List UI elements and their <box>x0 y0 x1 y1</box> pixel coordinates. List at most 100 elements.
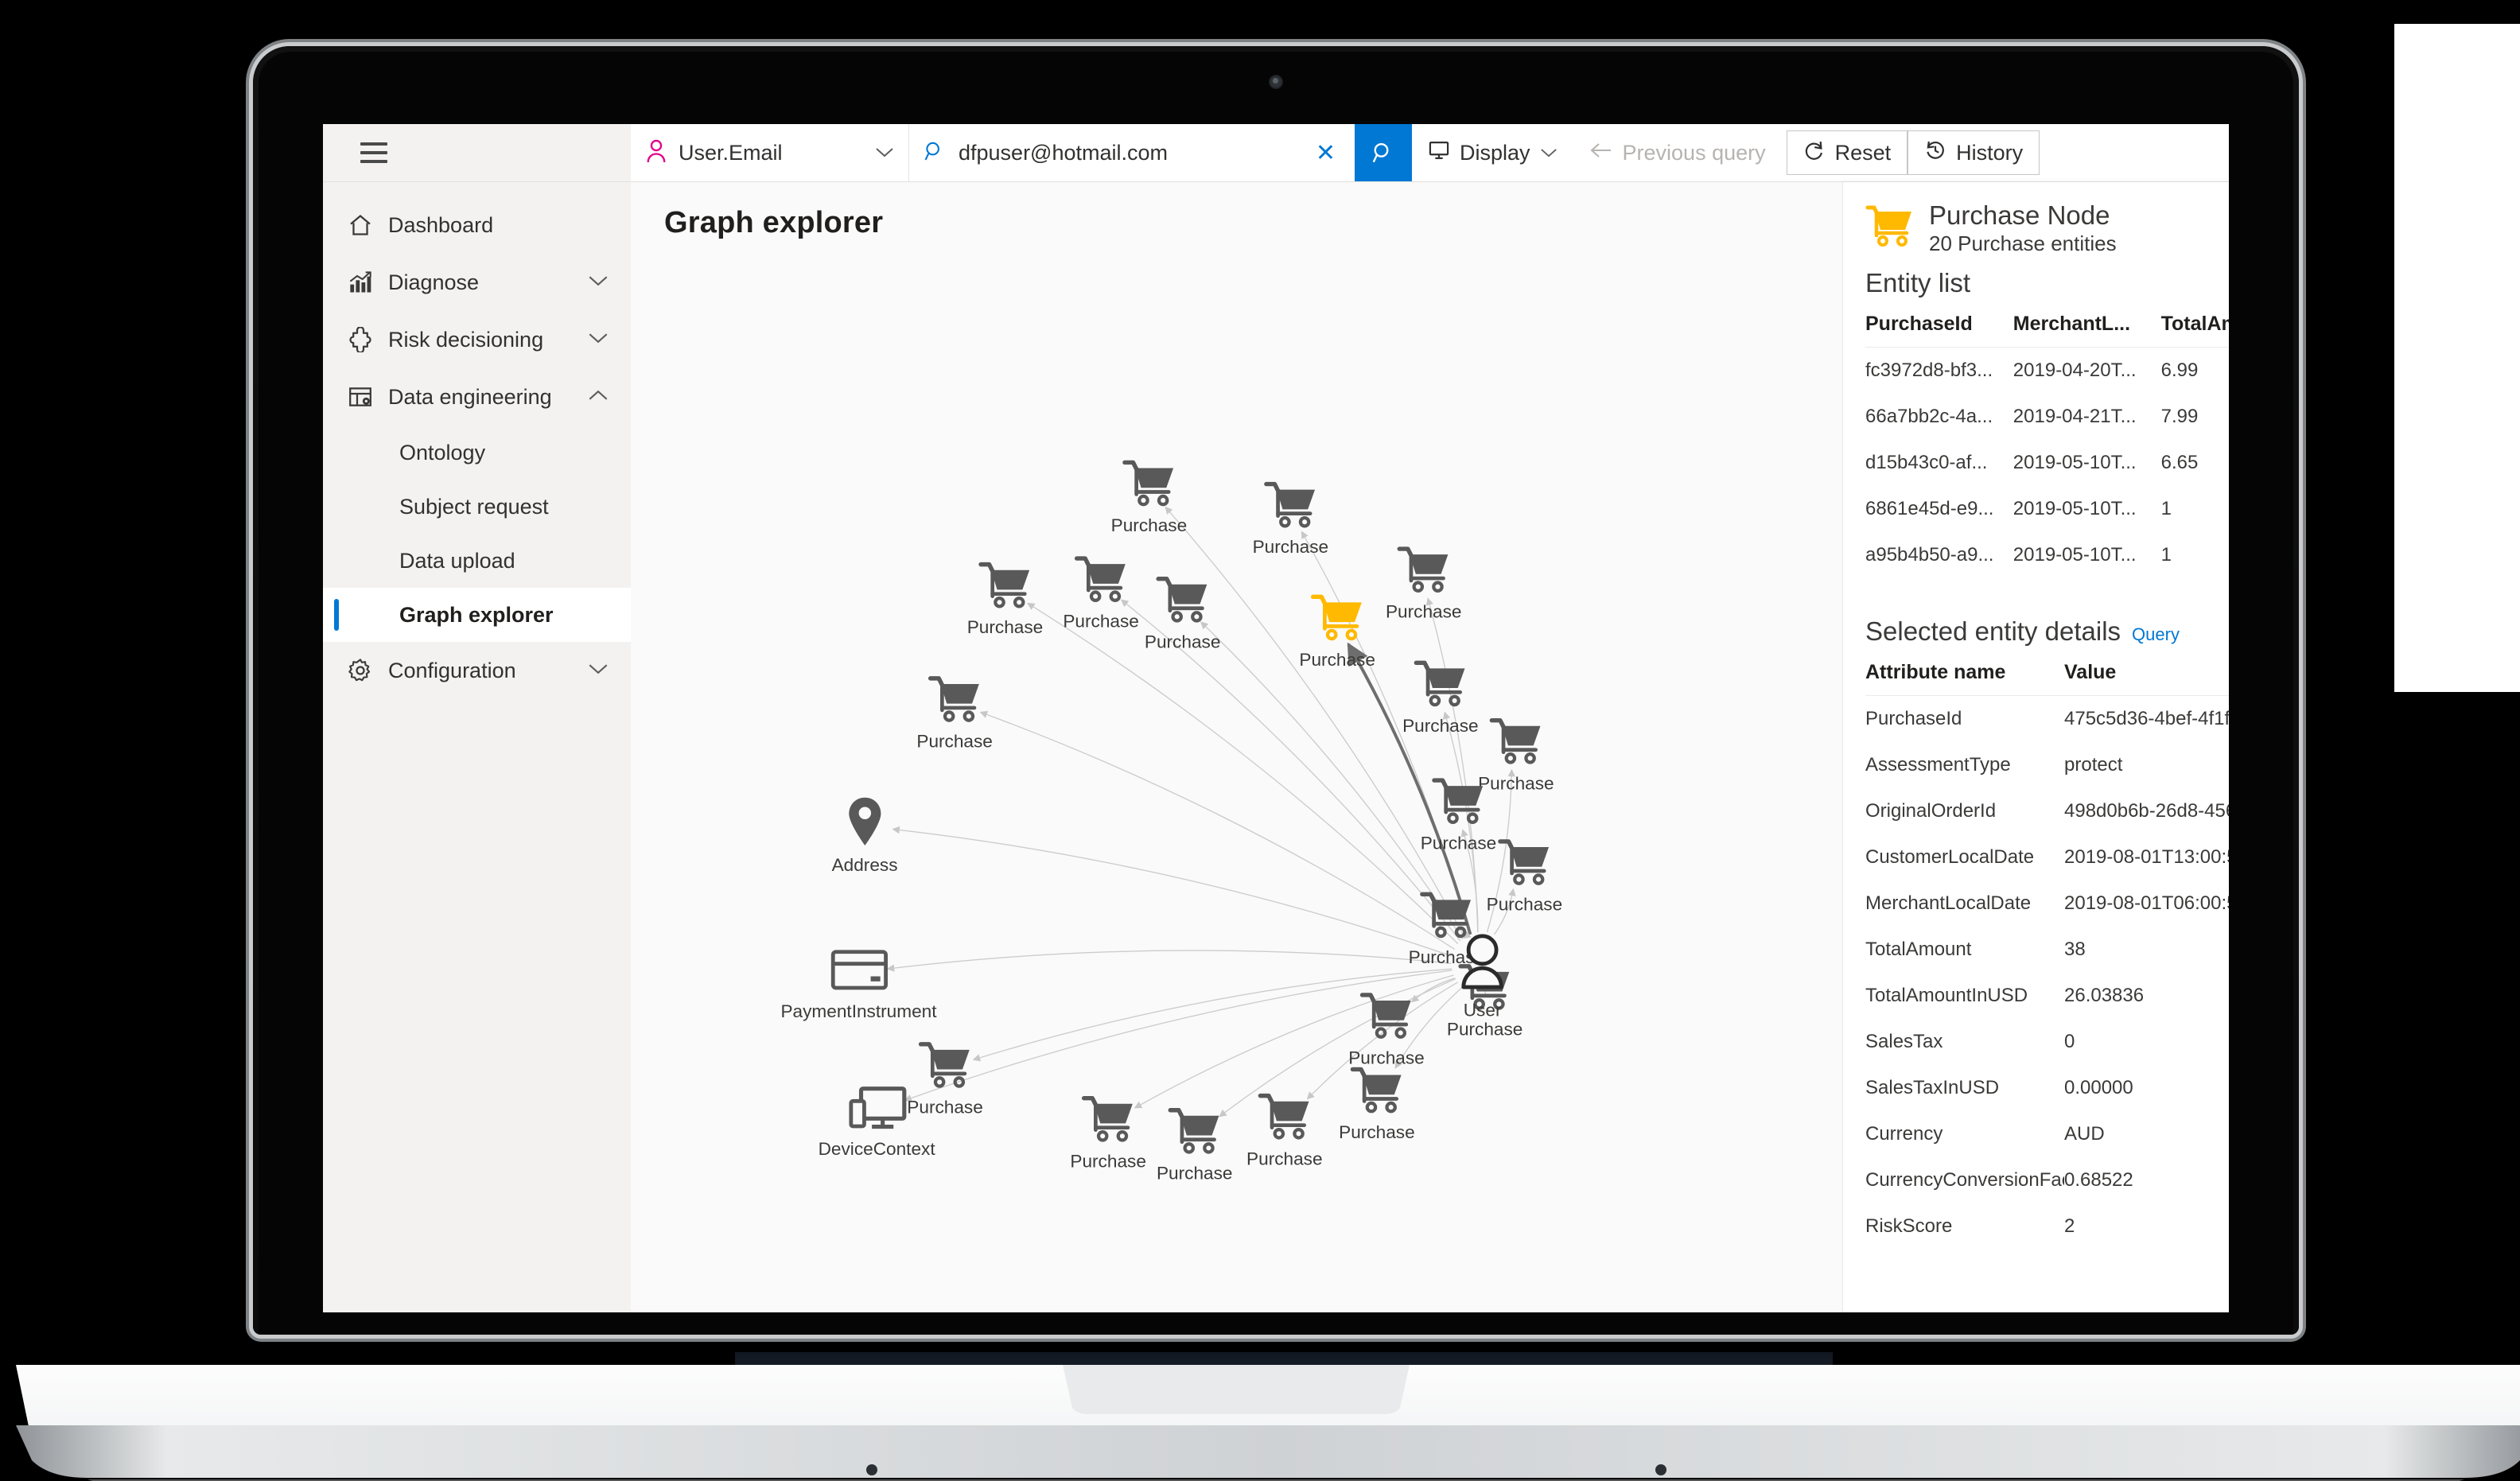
graph-node-cart[interactable]: Purchase <box>1478 717 1554 794</box>
table-row: SalesTaxInUSD 0.00000 <box>1865 1065 2229 1111</box>
column-header-attribute-name[interactable]: Attribute name <box>1865 647 2064 696</box>
graph-node-label: Purchase <box>967 617 1044 637</box>
entity-graph[interactable]: Address PaymentInstrument DeviceContext Pur… <box>631 182 1842 1312</box>
cart-icon[interactable] <box>1498 839 1550 885</box>
history-button[interactable]: History <box>1908 130 2040 175</box>
graph-nodes[interactable]: Address PaymentInstrument DeviceContext Pur… <box>780 460 1563 1184</box>
cart-icon[interactable] <box>1420 892 1472 939</box>
cart-icon[interactable] <box>918 1042 970 1088</box>
command-zone: User.Email dfpuser@hotmail.com ✕ Display… <box>631 124 2229 181</box>
chevron-down-icon[interactable] <box>1540 142 1558 163</box>
graph-node-label: Purchase <box>1145 632 1221 651</box>
card-icon[interactable] <box>830 950 888 990</box>
hamburger-icon[interactable] <box>360 142 387 163</box>
display-button[interactable]: Display <box>1412 124 1573 181</box>
graph-node-cart[interactable]: Purchase <box>1157 1108 1233 1184</box>
search-input[interactable]: dfpuser@hotmail.com <box>959 141 1298 165</box>
table-row: SalesTax 0 <box>1865 1019 2229 1065</box>
device-icon[interactable] <box>849 1086 907 1129</box>
graph-node-cart[interactable]: Purchase <box>1063 556 1139 632</box>
location-icon[interactable] <box>849 797 881 845</box>
graph-node-cart[interactable]: Purchase <box>1348 993 1425 1068</box>
cart-icon[interactable] <box>1414 660 1465 707</box>
cell-value: 0.00000 <box>2064 1076 2133 1098</box>
chevron-down-icon[interactable] <box>588 662 609 680</box>
column-header-value[interactable]: Value <box>2064 647 2229 696</box>
cart-icon[interactable] <box>978 562 1030 608</box>
sidebar-item-ontology[interactable]: Ontology <box>323 426 631 480</box>
close-icon[interactable]: ✕ <box>1311 139 1340 167</box>
cart-icon <box>1865 204 1915 251</box>
cart-icon[interactable] <box>1264 481 1316 528</box>
cell-attribute: CurrencyConversionFactor <box>1865 1168 2064 1191</box>
graph-node-label: Purchase <box>1246 1149 1323 1168</box>
chevron-down-icon[interactable] <box>588 274 609 292</box>
cell-totalamount: 6.65 <box>2160 451 2199 473</box>
cell-totalamount: 1 <box>2160 543 2172 566</box>
cart-icon[interactable] <box>1432 778 1484 824</box>
graph-node-card[interactable]: PaymentInstrument <box>780 950 937 1021</box>
sidebar-item-dashboard[interactable]: Dashboard <box>323 196 631 254</box>
graph-edge <box>1463 931 1472 939</box>
graph-node-cart[interactable]: Purchase <box>1246 1093 1323 1169</box>
cart-icon[interactable] <box>1350 1067 1402 1114</box>
graph-node-cart[interactable]: Purchase <box>1386 546 1462 622</box>
graph-node-cart[interactable]: Purchase <box>1253 481 1329 558</box>
graph-node-cart[interactable]: Purchase <box>916 676 993 752</box>
table-row[interactable]: 66a7bb2c-4a... 2019-04-21T... 7.99 Query <box>1865 394 2229 440</box>
sidebar-item-configuration[interactable]: Configuration <box>323 642 631 699</box>
cart-icon[interactable] <box>1122 460 1174 507</box>
graph-node-cart[interactable]: Purchase <box>907 1042 983 1118</box>
graph-node-cart[interactable]: Purchase <box>1299 594 1375 670</box>
cell-merchantlocaldate: 2019-04-20T... <box>2012 359 2137 381</box>
cell-value: 498d0b6b-26d8-4567-af3e-30911 <box>2064 799 2229 822</box>
column-header-merchantlocaldate[interactable]: MerchantL... <box>2012 299 2161 348</box>
cart-icon[interactable] <box>1156 577 1208 623</box>
search-field[interactable]: dfpuser@hotmail.com ✕ <box>909 124 1355 181</box>
sidebar-item-diagnose[interactable]: Diagnose <box>323 254 631 311</box>
cart-icon[interactable] <box>1074 556 1126 603</box>
search-submit-button[interactable] <box>1355 124 1412 181</box>
column-header-totalamount[interactable]: TotalAmo... <box>2160 299 2229 348</box>
sidebar-item-data-engineering[interactable]: Data engineering <box>323 368 631 426</box>
chevron-up-icon[interactable] <box>588 388 609 406</box>
graph-node-cart[interactable]: Purchase <box>1145 577 1221 652</box>
selected-entity-query-link[interactable]: Query <box>2132 624 2180 644</box>
table-row[interactable]: 6861e45d-e9... 2019-05-10T... 1 Query <box>1865 486 2229 532</box>
sidebar-item-data-upload[interactable]: Data upload <box>323 534 631 588</box>
cart-icon[interactable] <box>1397 546 1449 593</box>
table-row[interactable]: d15b43c0-af... 2019-05-10T... 6.65 Query <box>1865 440 2229 486</box>
table-row[interactable]: fc3972d8-bf3... 2019-04-20T... 6.99 Quer… <box>1865 347 2229 394</box>
reset-button[interactable]: Reset <box>1786 130 1908 175</box>
cart-icon[interactable] <box>1168 1108 1219 1154</box>
cart-icon[interactable] <box>1258 1093 1309 1140</box>
entity-type-selector[interactable]: User.Email <box>631 124 909 181</box>
sidebar-item-graph-explorer[interactable]: Graph explorer <box>323 588 631 642</box>
graph-node-cart[interactable]: Purchase <box>1070 1095 1146 1172</box>
cart-icon[interactable] <box>1310 594 1362 641</box>
graph-edge <box>979 710 1455 950</box>
chevron-down-icon[interactable] <box>588 331 609 349</box>
graph-node-cart[interactable]: Purchase <box>1111 460 1188 535</box>
graph-canvas[interactable]: Graph explorer Address PaymentInstrument D… <box>631 182 1842 1312</box>
chevron-down-icon[interactable] <box>875 142 894 163</box>
column-header-purchaseid[interactable]: PurchaseId <box>1865 299 2013 348</box>
sidebar-item-subject-request[interactable]: Subject request <box>323 480 631 534</box>
cart-icon[interactable] <box>928 676 979 722</box>
graph-node-label: Purchase <box>1063 612 1139 632</box>
table-row: TotalAmount 38 <box>1865 927 2229 973</box>
graph-node-user[interactable]: User <box>1461 934 1503 1020</box>
table-row[interactable]: a95b4b50-a9... 2019-05-10T... 1 Query <box>1865 532 2229 578</box>
graph-node-location[interactable]: Address <box>832 797 898 875</box>
graph-node-cart[interactable]: Purchase <box>1402 660 1479 736</box>
graph-node-cart[interactable]: Purchase <box>1339 1067 1415 1142</box>
cart-icon[interactable] <box>1489 717 1541 764</box>
graph-node-cart[interactable]: Purchase <box>1487 839 1563 915</box>
table-row: Currency AUD <box>1865 1111 2229 1157</box>
previous-query-button[interactable]: Previous query <box>1573 124 1782 181</box>
laptop-base <box>16 1352 2520 1481</box>
graph-node-cart[interactable]: Purchase <box>967 562 1044 638</box>
sidebar-item-risk-decisioning[interactable]: Risk decisioning <box>323 311 631 368</box>
cart-icon[interactable] <box>1081 1095 1133 1142</box>
selected-entity-table: Attribute name Value PurchaseId 475c5d36-… <box>1865 647 2229 1250</box>
